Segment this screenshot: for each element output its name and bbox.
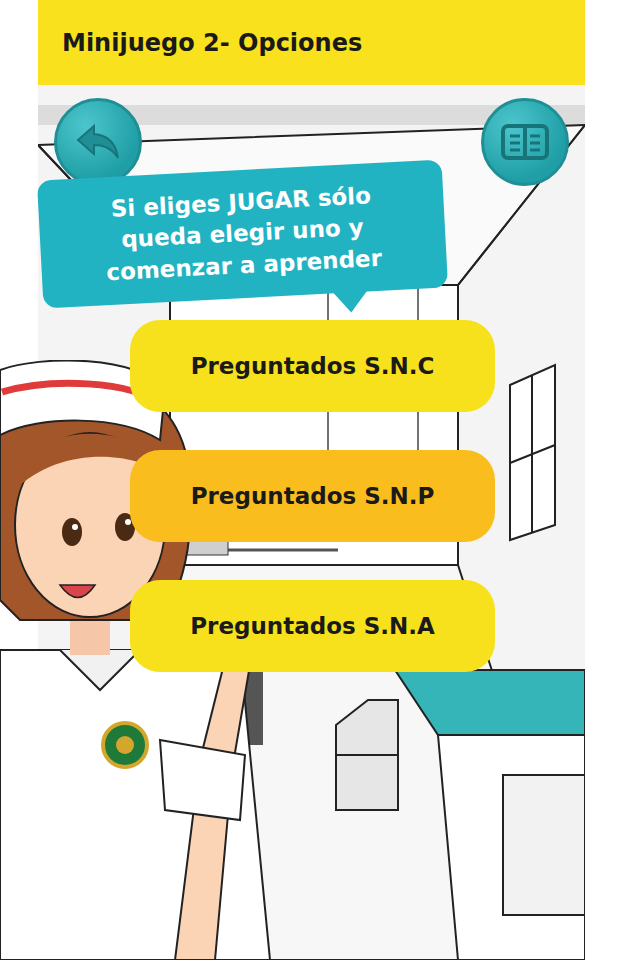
options-list: Preguntados S.N.C Preguntados S.N.P Pregun… bbox=[130, 320, 495, 672]
university-badge-icon bbox=[103, 723, 147, 767]
book-icon bbox=[501, 122, 549, 162]
option-button[interactable]: Preguntados S.N.C bbox=[130, 320, 495, 412]
back-arrow-icon bbox=[74, 118, 122, 166]
steps-icon bbox=[336, 700, 398, 810]
app-screen: Minijuego 2- Opciones Si eliges JUGAR sól… bbox=[0, 0, 640, 960]
back-button[interactable] bbox=[54, 98, 142, 186]
exam-bed-icon bbox=[395, 670, 585, 960]
window-icon bbox=[510, 365, 555, 540]
speech-bubble: Si eliges JUGAR sóloqueda elegir uno yco… bbox=[37, 159, 448, 308]
option-button[interactable]: Preguntados S.N.P bbox=[130, 450, 495, 542]
game-frame: Minijuego 2- Opciones Si eliges JUGAR sól… bbox=[38, 0, 585, 960]
screen-title: Minijuego 2- Opciones bbox=[62, 29, 362, 57]
guide-button[interactable] bbox=[481, 98, 569, 186]
option-button[interactable]: Preguntados S.N.A bbox=[130, 580, 495, 672]
top-bar: Minijuego 2- Opciones bbox=[38, 0, 585, 85]
scene: Si eliges JUGAR sóloqueda elegir uno yco… bbox=[38, 85, 585, 960]
